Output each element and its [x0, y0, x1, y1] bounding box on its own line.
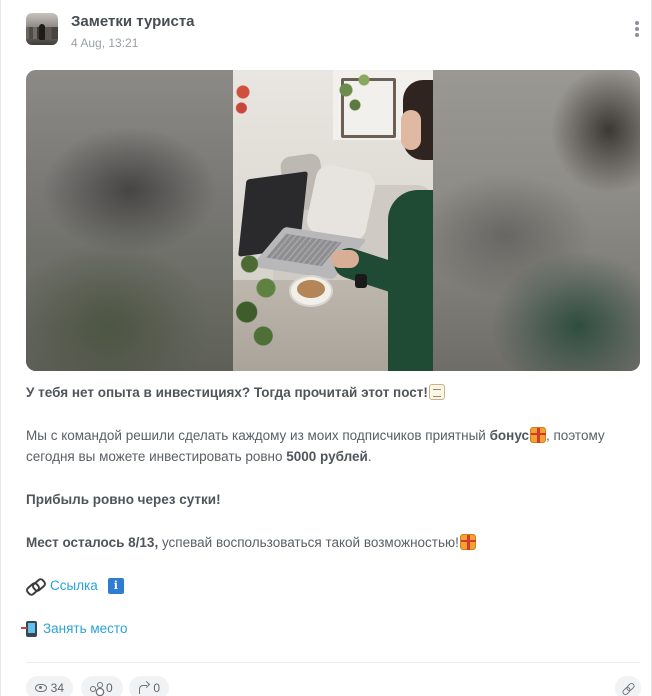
- share-button[interactable]: 0: [81, 676, 123, 696]
- post-headline: У тебя нет опыта в инвестициях? Тогда пр…: [26, 382, 640, 403]
- places-text: Мест осталось 8/13,: [26, 535, 159, 550]
- gift-icon: [530, 427, 546, 443]
- repost-button[interactable]: 0: [129, 676, 169, 696]
- post-text: У тебя нет опыта в инвестициях? Тогда пр…: [21, 382, 640, 639]
- avatar-person: [39, 24, 45, 40]
- paragraph-text: Мы с командой решили сделать каждому из …: [26, 428, 490, 443]
- gift-icon: [459, 534, 476, 550]
- phone-arrow-icon: [21, 620, 37, 637]
- photo-plant-top: [328, 70, 388, 120]
- amount-text: 5000 рублей: [286, 449, 368, 464]
- photo-hand: [331, 250, 359, 268]
- more-options-button[interactable]: [627, 18, 647, 40]
- chain-link-icon: [26, 579, 44, 593]
- post-paragraph-profit: Прибыль ровно через сутки!: [26, 492, 221, 507]
- reposts-count: 0: [153, 681, 160, 695]
- post-card: Заметки туриста 4 Aug, 13:21 У тебя нет …: [0, 0, 652, 696]
- post-paragraph-bonus: Мы с командой решили сделать каждому из …: [26, 425, 640, 467]
- repost-icon: [138, 682, 149, 694]
- photo-watch: [355, 274, 367, 288]
- post-date: 4 Aug, 13:21: [71, 36, 139, 50]
- photo-blur-left: [26, 70, 233, 371]
- post-paragraph-places: Мест осталось 8/13, успевай воспользоват…: [26, 532, 640, 553]
- take-place-link[interactable]: Занять место: [43, 618, 127, 639]
- eye-icon: [35, 684, 47, 692]
- bonus-text: бонус: [489, 428, 529, 443]
- link-anchor[interactable]: Ссылка: [50, 575, 98, 596]
- share-icon: [90, 682, 103, 694]
- post-photo[interactable]: [26, 70, 640, 371]
- copy-link-button[interactable]: [615, 676, 641, 696]
- footer-divider: [26, 662, 640, 663]
- channel-avatar[interactable]: [26, 13, 58, 45]
- channel-name[interactable]: Заметки туриста: [71, 13, 195, 30]
- photo-latte-art: [297, 280, 325, 298]
- more-dot-icon: [635, 21, 639, 25]
- headline-text: У тебя нет опыта в инвестициях? Тогда пр…: [26, 385, 428, 400]
- info-icon: i: [107, 577, 124, 594]
- views-counter: 34: [26, 676, 73, 696]
- paragraph-text: успевай воспользоваться такой возможност…: [158, 535, 459, 550]
- photo-woman-face: [401, 110, 421, 150]
- views-count: 34: [50, 681, 64, 695]
- more-dot-icon: [635, 27, 639, 31]
- link-icon: [622, 682, 634, 694]
- photo-flower: [235, 80, 251, 120]
- memo-icon: [428, 384, 445, 400]
- photo-main: [233, 70, 433, 371]
- paragraph-text: .: [367, 449, 372, 464]
- photo-plant: [233, 240, 288, 360]
- link-line: Ссылка i: [26, 575, 640, 596]
- cta-line: Занять место: [21, 618, 640, 639]
- shares-count: 0: [106, 681, 113, 695]
- more-dot-icon: [635, 33, 639, 37]
- photo-blur-right: [433, 70, 640, 371]
